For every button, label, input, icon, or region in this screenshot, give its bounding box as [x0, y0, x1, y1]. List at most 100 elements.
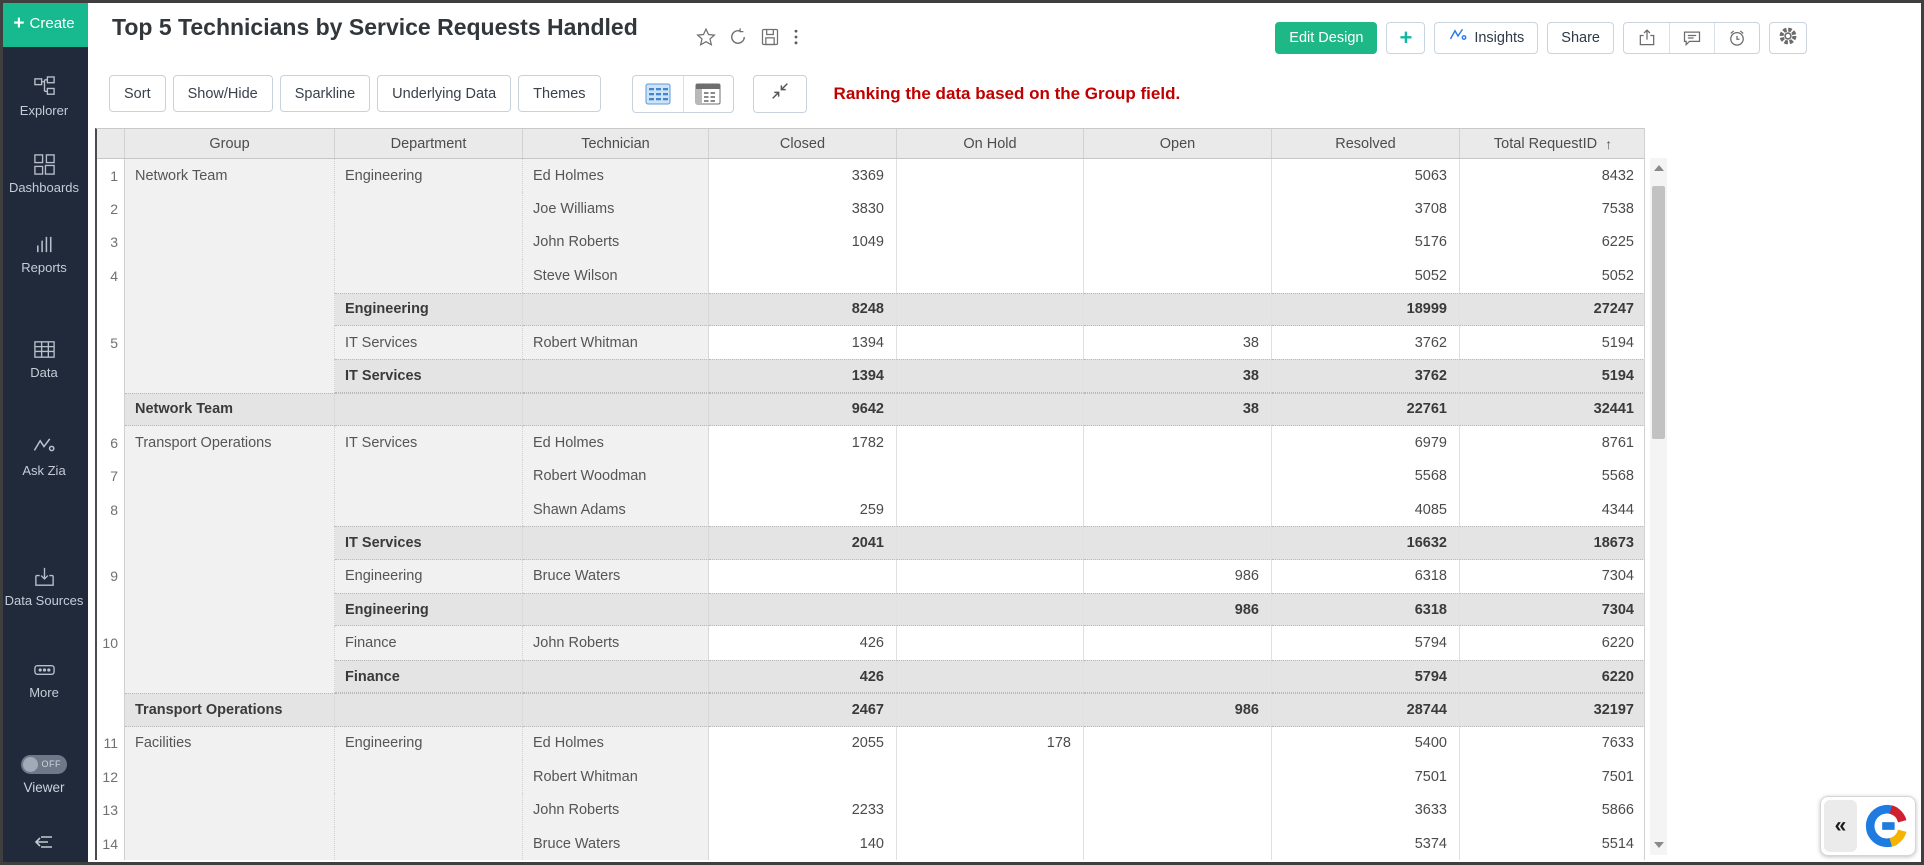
cell-group[interactable]: [125, 593, 335, 626]
cell-department[interactable]: Engineering: [335, 293, 523, 326]
cell-total[interactable]: 5194: [1460, 326, 1645, 359]
collapse-widget-button[interactable]: «: [1824, 800, 1857, 852]
cell-group[interactable]: [125, 326, 335, 359]
cell-open[interactable]: [1084, 293, 1272, 326]
cell-group[interactable]: [125, 493, 335, 526]
vertical-scrollbar[interactable]: [1650, 158, 1667, 855]
cell-group[interactable]: [125, 626, 335, 659]
cell-department[interactable]: [335, 760, 523, 793]
cell-technician[interactable]: Robert Whitman: [523, 760, 709, 793]
analytics-logo[interactable]: [1860, 800, 1912, 852]
cell-resolved[interactable]: 5794: [1272, 660, 1460, 693]
cell-department[interactable]: [335, 693, 523, 726]
cell-onhold[interactable]: [897, 626, 1084, 659]
cell-total[interactable]: 5568: [1460, 460, 1645, 493]
cell-onhold[interactable]: [897, 660, 1084, 693]
sort-button[interactable]: Sort: [109, 75, 166, 112]
cell-open[interactable]: [1084, 493, 1272, 526]
cell-onhold[interactable]: [897, 326, 1084, 359]
cell-resolved[interactable]: 3708: [1272, 192, 1460, 225]
cell-department[interactable]: [335, 460, 523, 493]
cell-group[interactable]: [125, 226, 335, 259]
cell-department[interactable]: [335, 493, 523, 526]
cell-onhold[interactable]: [897, 760, 1084, 793]
cell-group[interactable]: Facilities: [125, 727, 335, 760]
cell-department[interactable]: Finance: [335, 626, 523, 659]
cell-total[interactable]: 32197: [1460, 693, 1645, 726]
cell-resolved[interactable]: 4085: [1272, 493, 1460, 526]
cell-closed[interactable]: [709, 460, 897, 493]
cell-resolved[interactable]: 3762: [1272, 359, 1460, 392]
cell-closed[interactable]: 1782: [709, 426, 897, 459]
cell-department[interactable]: IT Services: [335, 326, 523, 359]
cell-department[interactable]: IT Services: [335, 359, 523, 392]
cell-technician[interactable]: John Roberts: [523, 626, 709, 659]
cell-total[interactable]: 5866: [1460, 793, 1645, 826]
cell-onhold[interactable]: [897, 526, 1084, 559]
cell-resolved[interactable]: 5063: [1272, 159, 1460, 192]
cell-total[interactable]: 5194: [1460, 359, 1645, 392]
cell-group[interactable]: Transport Operations: [125, 693, 335, 726]
cell-closed[interactable]: 426: [709, 626, 897, 659]
kebab-menu-icon[interactable]: [792, 27, 800, 47]
cell-resolved[interactable]: 5794: [1272, 626, 1460, 659]
cell-closed[interactable]: 2055: [709, 727, 897, 760]
cell-technician[interactable]: John Roberts: [523, 226, 709, 259]
cell-onhold[interactable]: [897, 159, 1084, 192]
cell-group[interactable]: Network Team: [125, 159, 335, 192]
cell-technician[interactable]: Ed Holmes: [523, 426, 709, 459]
cell-department[interactable]: [335, 793, 523, 826]
cell-resolved[interactable]: 18999: [1272, 293, 1460, 326]
scrollbar-thumb[interactable]: [1652, 186, 1665, 439]
cell-resolved[interactable]: 6979: [1272, 426, 1460, 459]
sidebar-item-reports[interactable]: Reports: [0, 233, 88, 275]
tabular-view-icon[interactable]: [633, 76, 683, 112]
settings-button[interactable]: [1769, 22, 1807, 54]
cell-department[interactable]: IT Services: [335, 526, 523, 559]
cell-closed[interactable]: 140: [709, 827, 897, 860]
cell-open[interactable]: 38: [1084, 393, 1272, 426]
cell-total[interactable]: 6225: [1460, 226, 1645, 259]
cell-onhold[interactable]: [897, 793, 1084, 826]
cell-resolved[interactable]: 3633: [1272, 793, 1460, 826]
cell-onhold[interactable]: [897, 460, 1084, 493]
cell-resolved[interactable]: 5176: [1272, 226, 1460, 259]
column-header-resolved[interactable]: Resolved: [1272, 129, 1460, 158]
cell-total[interactable]: 5052: [1460, 259, 1645, 292]
cell-closed[interactable]: 259: [709, 493, 897, 526]
cell-open[interactable]: [1084, 192, 1272, 225]
sparkline-button[interactable]: Sparkline: [280, 75, 370, 112]
themes-button[interactable]: Themes: [518, 75, 600, 112]
cell-onhold[interactable]: 178: [897, 727, 1084, 760]
cell-onhold[interactable]: [897, 259, 1084, 292]
cell-closed[interactable]: 2233: [709, 793, 897, 826]
cell-group[interactable]: [125, 192, 335, 225]
cell-total[interactable]: 7538: [1460, 192, 1645, 225]
collapse-fit-button[interactable]: [753, 75, 807, 113]
save-icon[interactable]: [760, 27, 780, 47]
cell-department[interactable]: Engineering: [335, 727, 523, 760]
cell-total[interactable]: 6220: [1460, 626, 1645, 659]
column-header-group[interactable]: Group: [125, 129, 335, 158]
cell-technician[interactable]: [523, 660, 709, 693]
sidebar-item-dashboards[interactable]: Dashboards: [0, 153, 88, 195]
cell-onhold[interactable]: [897, 293, 1084, 326]
cell-department[interactable]: Engineering: [335, 593, 523, 626]
cell-open[interactable]: [1084, 793, 1272, 826]
cell-technician[interactable]: Robert Whitman: [523, 326, 709, 359]
cell-group[interactable]: Network Team: [125, 393, 335, 426]
cell-department[interactable]: [335, 827, 523, 860]
alerts-button[interactable]: [1714, 23, 1759, 53]
cell-closed[interactable]: 426: [709, 660, 897, 693]
share-button[interactable]: Share: [1547, 22, 1614, 54]
collapse-sidebar-button[interactable]: [0, 830, 88, 859]
cell-resolved[interactable]: 6318: [1272, 560, 1460, 593]
cell-technician[interactable]: Steve Wilson: [523, 259, 709, 292]
cell-group[interactable]: [125, 793, 335, 826]
cell-resolved[interactable]: 22761: [1272, 393, 1460, 426]
cell-open[interactable]: 38: [1084, 326, 1272, 359]
cell-group[interactable]: [125, 293, 335, 326]
cell-group[interactable]: [125, 660, 335, 693]
edit-design-button[interactable]: Edit Design: [1275, 22, 1377, 54]
column-header-technician[interactable]: Technician: [523, 129, 709, 158]
